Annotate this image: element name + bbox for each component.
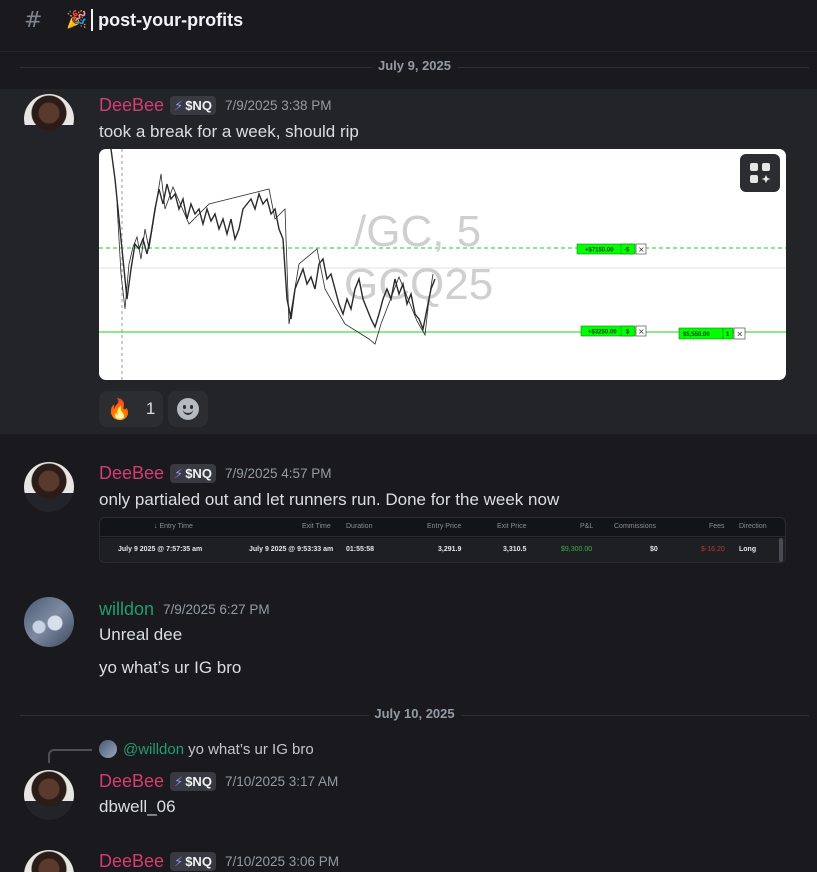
cell-direction: Long [739,546,757,553]
text-channel-hash-icon: # [24,7,43,33]
smiley-face-icon [177,398,199,420]
username[interactable]: DeeBee [99,771,164,792]
message-header: DeeBee ⚡ $NQ 7/10/2025 3:17 AM [99,771,338,792]
username[interactable]: willdon [99,599,154,620]
role-tag-label: $NQ [185,466,212,481]
message-text: took a break for a week, should rip [99,122,359,141]
lightning-icon: ⚡ [174,853,184,869]
lightning-icon: ⚡ [174,465,184,481]
message-text: only partialed out and let runners run. … [99,490,560,509]
reply-mention[interactable]: @willdon [123,741,184,758]
cell-commissions: $0 [650,546,658,553]
channel-name: post-your-profits [98,9,244,30]
order-tag-bottom-left-profit: +$3250.00 [588,330,617,336]
col-exit-price: Exit Price [497,523,527,530]
timestamp[interactable]: 7/9/2025 3:38 PM [225,98,332,113]
role-tag[interactable]: ⚡ $NQ [170,772,216,791]
chart-watermark-symbol: /GC, 5 [354,207,481,256]
timestamp[interactable]: 7/10/2025 3:06 PM [225,854,339,869]
order-tag-bottom-right-close: × [737,330,744,339]
message-header: DeeBee ⚡ $NQ 7/10/2025 3:06 PM [99,851,339,872]
col-fees: Fees [709,523,725,530]
cell-pnl: $9,300.00 [561,546,593,553]
order-tag-bottom-right-profit: $5,550.00 [683,332,710,338]
table-scrollbar[interactable] [779,538,783,562]
table-row: July 9 2025 @ 7:57:35 am July 9 2025 @ 9… [100,538,785,562]
role-tag[interactable]: ⚡ $NQ [170,852,216,871]
order-tag-top-profit: +$7150.00 [585,248,614,254]
apps-icon [750,163,771,183]
message-text: yo what’s ur IG bro [99,658,242,677]
date-divider: July 10, 2025 [20,706,809,721]
lightning-icon: ⚡ [174,773,184,789]
order-tag-top-close: × [638,245,645,254]
cell-exit-price: 3,310.5 [503,546,527,553]
channel-header: # 🎉 post-your-profits [0,0,817,40]
role-tag-label: $NQ [185,774,212,789]
col-pnl: P&L [580,523,594,530]
col-direction: Direction [739,523,767,530]
col-duration: Duration [346,523,373,530]
cell-entry-time: July 9 2025 @ 7:57:35 am [118,546,203,553]
order-tag-top-qty: -$ [624,248,630,254]
trading-chart-image: /GC, 5 GCQ25 +$7150.00 -$ × +$3250.00 $ … [99,149,786,380]
username[interactable]: DeeBee [99,463,164,484]
date-divider: July 9, 2025 [20,58,809,73]
col-entry-time: ↓ Entry Time [154,523,193,530]
party-popper-emoji: 🎉 [66,10,88,29]
username[interactable]: DeeBee [99,95,164,116]
avatar[interactable] [24,850,74,872]
order-tag-bottom-left-close: × [638,327,645,336]
timestamp[interactable]: 7/9/2025 4:57 PM [225,466,332,481]
message-header: DeeBee ⚡ $NQ 7/9/2025 3:38 PM [99,95,332,116]
role-tag-label: $NQ [185,98,212,113]
apps-button[interactable] [740,154,780,192]
col-commissions: Commissions [614,523,657,530]
role-tag-label: $NQ [185,854,212,869]
avatar[interactable] [24,597,74,647]
reply-connector [48,749,92,763]
chart-screenshot-attachment[interactable]: /GC, 5 GCQ25 +$7150.00 -$ × +$3250.00 $ … [99,149,786,380]
fire-emoji: 🔥 [107,398,132,421]
col-entry-price: Entry Price [427,523,462,530]
message-header: DeeBee ⚡ $NQ 7/9/2025 4:57 PM [99,463,332,484]
timestamp[interactable]: 7/9/2025 6:27 PM [163,602,270,617]
avatar[interactable] [24,770,74,820]
trade-table-header: ↓ Entry Time Exit Time Duration Entry Pr… [100,518,785,537]
reply-preview[interactable]: @willdon yo what’s ur IG bro [99,740,314,758]
reaction-fire[interactable]: 🔥 1 [99,391,163,427]
avatar[interactable] [24,462,74,512]
date-divider-label: July 10, 2025 [368,706,461,721]
reaction-count: 1 [145,399,156,418]
name-separator [91,9,94,31]
cell-duration: 01:55:58 [346,546,375,553]
reply-text: yo what’s ur IG bro [188,740,314,758]
order-tag-bottom-right: $5,550.00 1 × [678,327,746,340]
cell-fees: $-16.20 [701,546,725,553]
role-tag[interactable]: ⚡ $NQ [170,464,216,483]
add-reaction-button[interactable] [168,391,208,427]
message-text: Unreal dee [99,625,183,644]
header-divider [0,51,817,52]
message-text: dbwell_06 [99,797,176,816]
trade-table-attachment[interactable]: ↓ Entry Time Exit Time Duration Entry Pr… [99,517,786,563]
message-header: willdon 7/9/2025 6:27 PM [99,599,270,620]
username[interactable]: DeeBee [99,851,164,872]
order-tag-bottom-left: +$3250.00 $ × [580,325,647,337]
cell-exit-time: July 9 2025 @ 9:53:33 am [249,546,334,553]
col-exit-time: Exit Time [302,523,331,530]
date-divider-label: July 9, 2025 [372,58,457,73]
cell-entry-price: 3,291.9 [438,546,462,553]
timestamp[interactable]: 7/10/2025 3:17 AM [225,774,338,789]
reply-avatar [99,740,117,758]
chart-watermark-contract: GCQ25 [344,260,493,309]
avatar[interactable] [24,94,74,144]
order-tag-top: +$7150.00 -$ × [576,243,647,255]
role-tag[interactable]: ⚡ $NQ [170,96,216,115]
lightning-icon: ⚡ [174,97,184,113]
